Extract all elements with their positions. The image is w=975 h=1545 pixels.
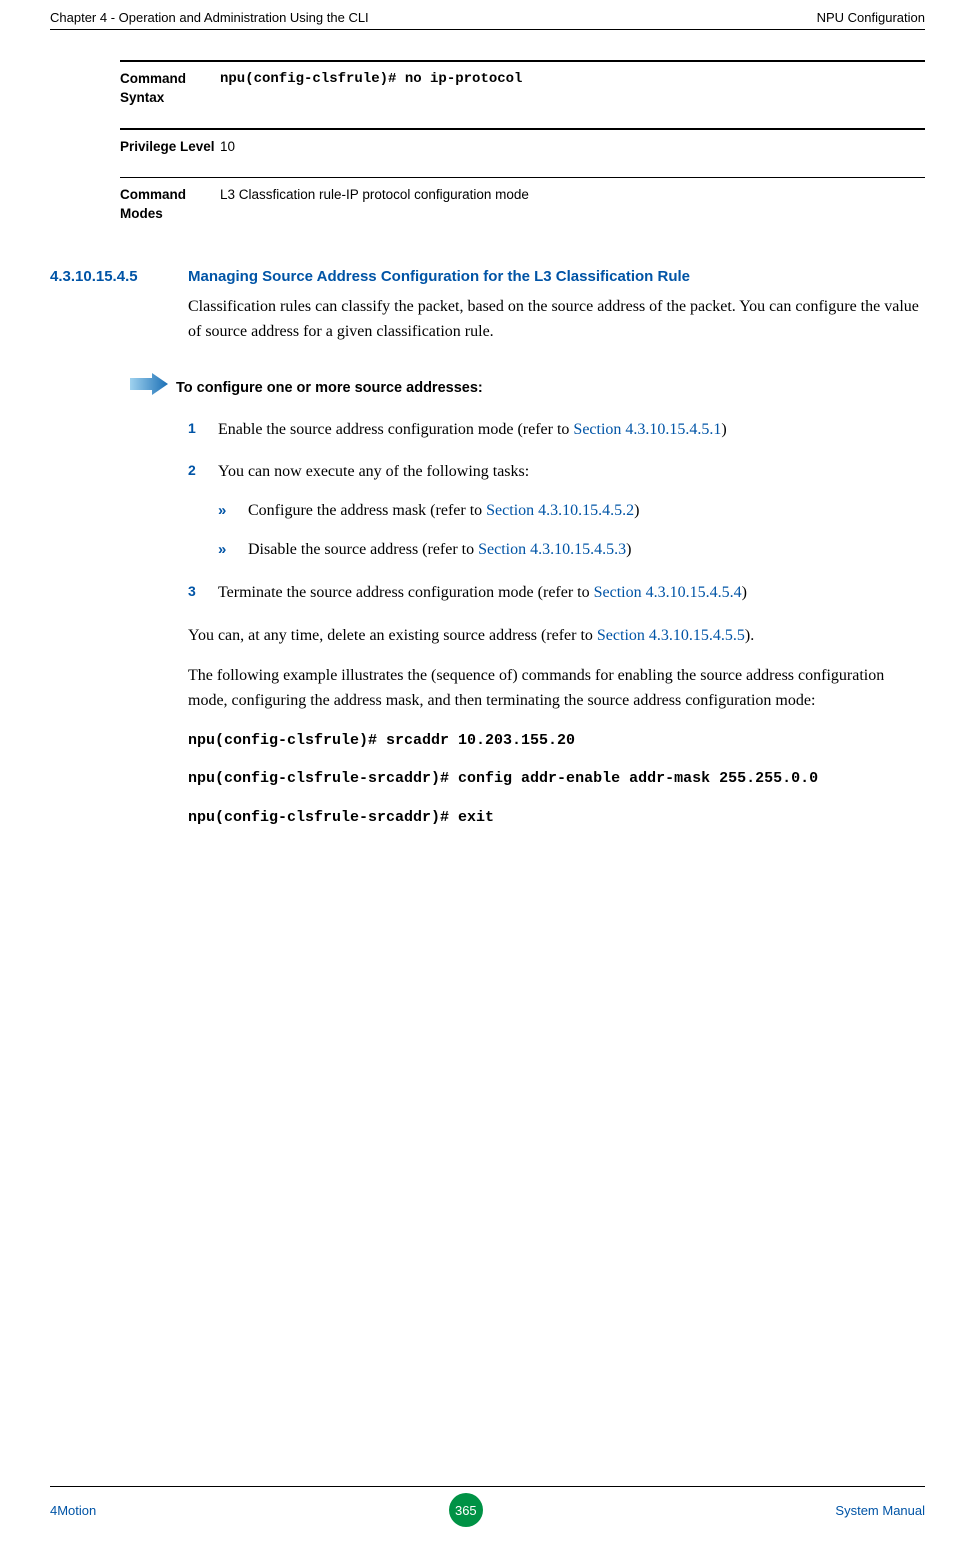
delete-note-pre: You can, at any time, delete an existing…: [188, 627, 597, 644]
example-command-3: npu(config-clsfrule-srcaddr)# exit: [188, 807, 925, 830]
section-link[interactable]: Section 4.3.10.15.4.5.1: [573, 421, 721, 438]
step-number: 1: [188, 418, 196, 440]
footer-divider: [50, 1486, 925, 1487]
step-2: 2 You can now execute any of the followi…: [188, 460, 925, 562]
page-footer: 4Motion 365 System Manual: [50, 1486, 925, 1527]
section-number: 4.3.10.15.4.5: [50, 268, 188, 285]
header-left: Chapter 4 - Operation and Administration…: [50, 10, 369, 25]
step-text-post: ): [742, 584, 747, 601]
delete-note: You can, at any time, delete an existing…: [188, 624, 925, 649]
privilege-level-value: 10: [215, 138, 235, 157]
substep-a: » Configure the address mask (refer to S…: [218, 499, 925, 524]
footer-left: 4Motion: [50, 1503, 96, 1518]
section-link[interactable]: Section 4.3.10.15.4.5.5: [597, 627, 745, 644]
step-text: Enable the source address configuration …: [218, 421, 573, 438]
substep-text: Disable the source address (refer to: [248, 541, 478, 558]
section-title: Managing Source Address Configuration fo…: [188, 268, 690, 285]
procedure-arrow-icon: [128, 371, 176, 397]
bullet-icon: »: [218, 499, 226, 522]
example-command-2: npu(config-clsfrule-srcaddr)# config add…: [188, 768, 925, 791]
substep-text-post: ): [626, 541, 631, 558]
step-text: Terminate the source address configurati…: [218, 584, 594, 601]
section-link[interactable]: Section 4.3.10.15.4.5.4: [594, 584, 742, 601]
example-command-1: npu(config-clsfrule)# srcaddr 10.203.155…: [188, 730, 925, 753]
procedure-title: To configure one or more source addresse…: [176, 371, 483, 399]
step-number: 3: [188, 581, 196, 603]
command-syntax-label: Command Syntax: [120, 70, 215, 108]
privilege-level-label: Privilege Level: [120, 138, 215, 157]
substep-text-post: ): [634, 502, 639, 519]
command-syntax-value: npu(config-clsfrule)# no ip-protocol: [215, 70, 522, 108]
footer-right: System Manual: [835, 1503, 925, 1518]
section-link[interactable]: Section 4.3.10.15.4.5.3: [478, 541, 626, 558]
example-intro: The following example illustrates the (s…: [188, 664, 925, 714]
substep-text: Configure the address mask (refer to: [248, 502, 486, 519]
page-number-badge: 365: [449, 1493, 483, 1527]
command-modes-value: L3 Classfication rule-IP protocol config…: [215, 186, 529, 224]
header-divider: [50, 29, 925, 30]
delete-note-post: ).: [745, 627, 754, 644]
bullet-icon: »: [218, 538, 226, 561]
substep-b: » Disable the source address (refer to S…: [218, 538, 925, 563]
substeps: » Configure the address mask (refer to S…: [218, 499, 925, 563]
step-1: 1 Enable the source address configuratio…: [188, 418, 925, 443]
step-text-post: ): [721, 421, 726, 438]
command-info-table: Command Syntax npu(config-clsfrule)# no …: [120, 60, 925, 243]
procedure-steps: 1 Enable the source address configuratio…: [188, 418, 925, 606]
command-modes-label: Command Modes: [120, 186, 215, 224]
step-text: You can now execute any of the following…: [218, 463, 529, 480]
section-link[interactable]: Section 4.3.10.15.4.5.2: [486, 502, 634, 519]
section-intro: Classification rules can classify the pa…: [188, 295, 925, 345]
step-number: 2: [188, 460, 196, 482]
header-right: NPU Configuration: [817, 10, 925, 25]
step-3: 3 Terminate the source address configura…: [188, 581, 925, 606]
